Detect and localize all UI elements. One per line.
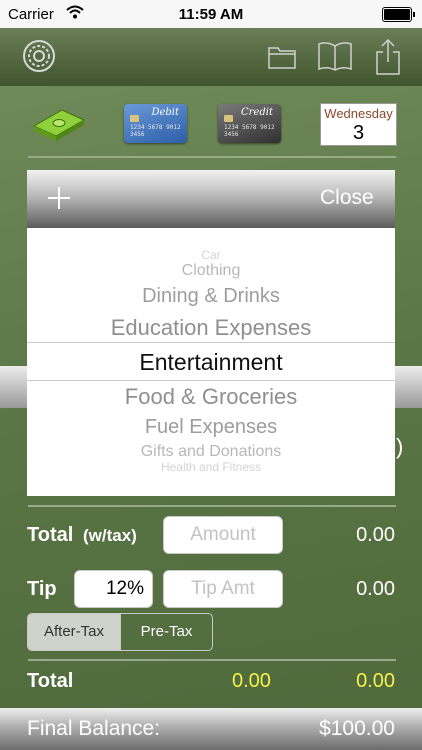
divider — [28, 156, 396, 158]
cash-icon[interactable] — [32, 104, 86, 147]
tip-mode-segmented-control: After-Tax Pre-Tax — [27, 613, 213, 651]
add-category-button[interactable] — [42, 181, 76, 215]
clock-time: 11:59 AM — [178, 6, 244, 23]
battery-icon — [382, 7, 415, 22]
debit-card-icon[interactable]: Debit 1234 5678 9012 3456 — [124, 104, 187, 143]
debit-card-number: 1234 5678 9012 3456 — [130, 124, 181, 138]
picker-item[interactable]: Gifts and Donations — [27, 443, 395, 461]
tip-label: Tip — [27, 578, 57, 600]
settings-icon[interactable] — [22, 39, 56, 78]
plus-icon — [48, 187, 70, 209]
picker-item[interactable]: Health and Fitness — [27, 460, 395, 474]
amount-input[interactable]: Amount — [163, 516, 283, 554]
grand-total-label: Total — [27, 670, 74, 692]
pre-tax-segment[interactable]: Pre-Tax — [120, 614, 212, 650]
picker-item[interactable]: Fuel Expenses — [27, 416, 395, 439]
category-picker[interactable]: Car Clothing Dining & Drinks Education E… — [27, 228, 395, 496]
date-button[interactable]: Wednesday 3 — [320, 103, 397, 146]
tip-value: 0.00 — [356, 578, 395, 600]
final-balance-value: $100.00 — [319, 717, 395, 740]
hidden-bar-right — [395, 366, 422, 408]
date-weekday: Wednesday — [324, 106, 393, 121]
hidden-text-fragment: ) — [396, 434, 404, 459]
credit-card-number: 1234 5678 9012 3456 — [224, 124, 275, 138]
book-icon[interactable] — [317, 40, 353, 77]
tip-percent-input[interactable]: 12% — [74, 570, 153, 608]
final-balance-label: Final Balance: — [27, 717, 161, 740]
hidden-bar-left — [0, 366, 27, 408]
credit-label: Credit — [241, 107, 273, 118]
total-tax-suffix: (w/tax) — [83, 526, 137, 545]
divider — [28, 505, 396, 507]
date-day: 3 — [352, 122, 365, 144]
top-toolbar — [0, 28, 422, 86]
tip-amount-input[interactable]: Tip Amt — [163, 570, 283, 608]
total-label: Total — [27, 524, 74, 546]
status-bar: Carrier 11:59 AM — [0, 0, 422, 28]
total-value: 0.00 — [356, 524, 395, 546]
grand-total-value-primary: 0.00 — [232, 670, 271, 692]
folder-icon[interactable] — [267, 44, 297, 75]
picker-item[interactable]: Clothing — [27, 262, 395, 280]
selection-line-bottom — [27, 380, 395, 381]
picker-item[interactable]: Dining & Drinks — [27, 285, 395, 308]
debit-label: Debit — [151, 107, 179, 118]
selection-line-top — [27, 342, 395, 343]
picker-item-selected[interactable]: Entertainment — [27, 349, 395, 376]
picker-item[interactable]: Education Expenses — [27, 315, 395, 341]
picker-item[interactable]: Car — [27, 248, 395, 262]
after-tax-segment[interactable]: After-Tax — [28, 614, 120, 650]
picker-item[interactable]: Food & Groceries — [27, 384, 395, 410]
credit-card-icon[interactable]: Credit 1234 5678 9012 3456 — [218, 104, 281, 143]
divider — [28, 659, 396, 661]
close-button[interactable]: Close — [320, 186, 374, 210]
share-icon[interactable] — [374, 38, 402, 81]
grand-total-value-secondary: 0.00 — [356, 670, 395, 692]
